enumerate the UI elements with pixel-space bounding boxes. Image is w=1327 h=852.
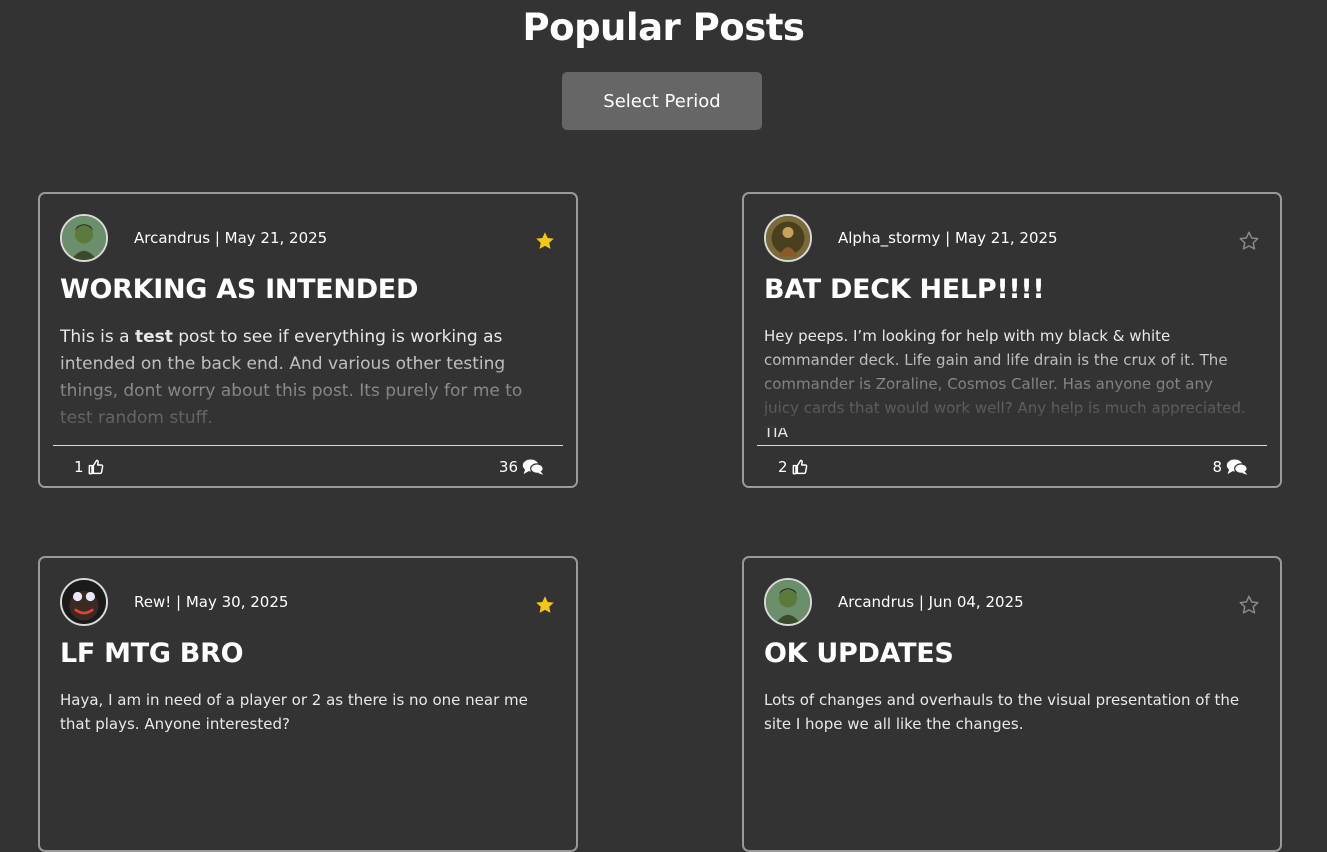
post-meta: Arcandrus | Jun 04, 2025 bbox=[838, 593, 1024, 611]
divider bbox=[757, 445, 1267, 446]
post-card[interactable]: Arcandrus | May 21, 2025 WORKING AS INTE… bbox=[38, 192, 578, 488]
post-meta: Arcandrus | May 21, 2025 bbox=[134, 229, 328, 247]
star-outline-icon[interactable] bbox=[1238, 230, 1260, 252]
post-meta: Rew! | May 30, 2025 bbox=[134, 593, 289, 611]
user-avatar[interactable] bbox=[764, 578, 812, 626]
comments-icon bbox=[522, 458, 544, 476]
star-filled-icon[interactable] bbox=[534, 230, 556, 252]
star-filled-icon[interactable] bbox=[534, 594, 556, 616]
post-card[interactable]: Rew! | May 30, 2025 LF MTG BRO Haya, I a… bbox=[38, 556, 578, 852]
select-period-button[interactable]: Select Period bbox=[562, 72, 762, 130]
thumbs-up-icon bbox=[88, 459, 104, 475]
post-title[interactable]: LF MTG BRO bbox=[60, 638, 244, 669]
comment-count: 8 bbox=[1212, 458, 1222, 476]
comments-button[interactable]: 8 bbox=[1212, 458, 1248, 476]
post-body: Haya, I am in need of a player or 2 as t… bbox=[60, 691, 528, 733]
post-body: Hey peeps. I’m looking for help with my … bbox=[764, 327, 1246, 441]
post-title[interactable]: WORKING AS INTENDED bbox=[60, 274, 418, 305]
like-button[interactable]: 1 bbox=[74, 458, 104, 476]
divider bbox=[53, 445, 563, 446]
like-count: 1 bbox=[74, 458, 84, 476]
like-count: 2 bbox=[778, 458, 788, 476]
like-button[interactable]: 2 bbox=[778, 458, 808, 476]
post-card[interactable]: Arcandrus | Jun 04, 2025 OK UPDATES Lots… bbox=[742, 556, 1282, 852]
page-title: Popular Posts bbox=[522, 6, 805, 49]
comments-button[interactable]: 36 bbox=[499, 458, 544, 476]
post-meta: Alpha_stormy | May 21, 2025 bbox=[838, 229, 1058, 247]
comment-count: 36 bbox=[498, 458, 518, 476]
post-title[interactable]: OK UPDATES bbox=[764, 638, 954, 669]
user-avatar[interactable] bbox=[764, 214, 812, 262]
thumbs-up-icon bbox=[792, 459, 808, 475]
post-card[interactable]: Alpha_stormy | May 21, 2025 BAT DECK HEL… bbox=[742, 192, 1282, 488]
post-body: Lots of changes and overhauls to the vis… bbox=[764, 691, 1240, 733]
comments-icon bbox=[1226, 458, 1248, 476]
user-avatar[interactable] bbox=[60, 214, 108, 262]
post-title[interactable]: BAT DECK HELP!!!! bbox=[764, 274, 1045, 305]
star-outline-icon[interactable] bbox=[1238, 594, 1260, 616]
user-avatar[interactable] bbox=[60, 578, 108, 626]
